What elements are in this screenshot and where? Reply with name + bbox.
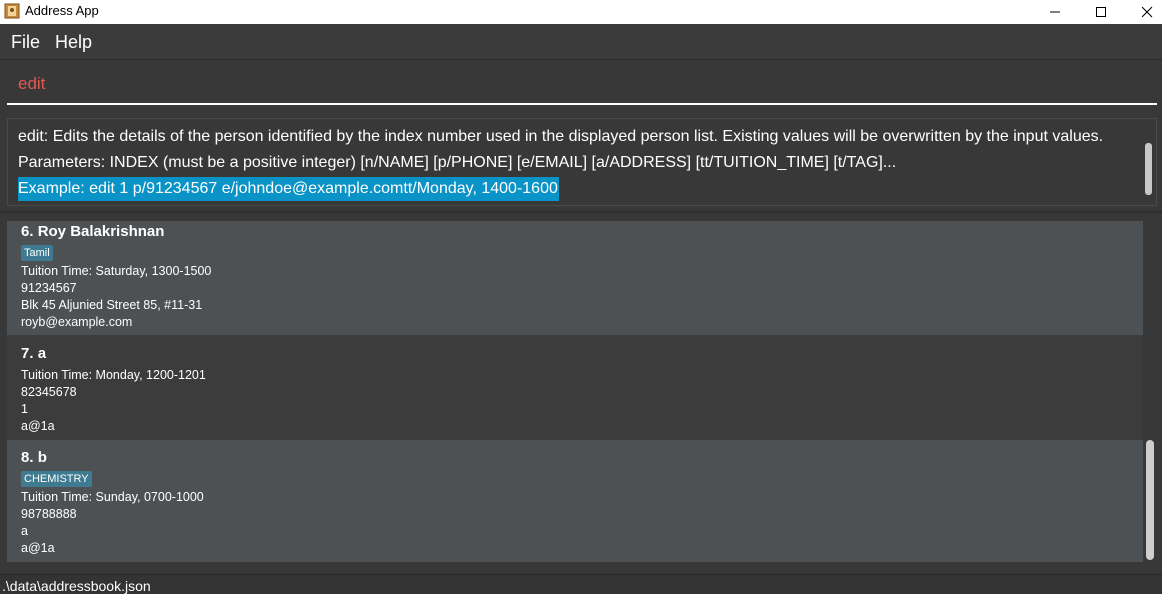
command-box	[0, 61, 1162, 111]
person-tag: CHEMISTRY	[21, 471, 92, 487]
person-card[interactable]: 6. Roy Balakrishnan Tamil Tuition Time: …	[7, 221, 1143, 335]
person-list[interactable]: 6. Roy Balakrishnan Tamil Tuition Time: …	[7, 221, 1157, 562]
title-bar: Address App	[0, 0, 1162, 24]
menu-file[interactable]: File	[11, 31, 40, 53]
menu-help[interactable]: Help	[55, 31, 92, 53]
list-scrollbar[interactable]	[1146, 440, 1154, 560]
close-button[interactable]	[1124, 0, 1162, 24]
person-email: a@1a	[21, 419, 55, 433]
person-email: royb@example.com	[21, 315, 133, 329]
person-card[interactable]: 7. a Tuition Time: Monday, 1200-1201 823…	[7, 335, 1143, 440]
result-example-selected: Example: edit 1 p/91234567 e/johndoe@exa…	[18, 177, 559, 201]
menu-bar: File Help	[0, 24, 1162, 60]
person-tag: Tamil	[21, 245, 53, 261]
person-name: 7. a	[21, 345, 47, 362]
status-bar: .\data\addressbook.json	[0, 574, 1162, 594]
minimize-button[interactable]	[1032, 0, 1078, 24]
person-tuition-time: Tuition Time: Monday, 1200-1201	[21, 368, 206, 382]
window-title: Address App	[25, 3, 99, 18]
result-parameters: Parameters: INDEX (must be a positive in…	[18, 154, 897, 171]
person-card[interactable]: 8. b CHEMISTRY Tuition Time: Sunday, 070…	[7, 440, 1143, 562]
person-index: 7.	[21, 345, 38, 362]
person-tuition-time: Tuition Time: Saturday, 1300-1500	[21, 264, 212, 278]
address-book-icon	[4, 3, 20, 19]
person-address: Blk 45 Aljunied Street 85, #11-31	[21, 298, 203, 312]
save-location: .\data\addressbook.json	[2, 578, 151, 594]
close-icon	[1141, 6, 1153, 18]
divider	[0, 211, 1162, 213]
person-name: 8. b	[21, 449, 47, 466]
person-email: a@1a	[21, 541, 55, 555]
maximize-button[interactable]	[1078, 0, 1124, 24]
minimize-icon	[1050, 11, 1060, 13]
result-display[interactable]: edit: Edits the details of the person id…	[7, 118, 1157, 206]
person-phone: 98788888	[21, 507, 77, 521]
person-index: 6.	[21, 223, 38, 240]
person-tuition-time: Tuition Time: Sunday, 0700-1000	[21, 490, 204, 504]
maximize-icon	[1096, 7, 1106, 17]
person-index: 8.	[21, 449, 38, 466]
person-phone: 82345678	[21, 385, 77, 399]
result-scrollbar[interactable]	[1145, 143, 1152, 195]
person-address: a	[21, 524, 28, 538]
result-description: edit: Edits the details of the person id…	[18, 128, 1104, 145]
command-input[interactable]	[7, 61, 1157, 105]
person-phone: 91234567	[21, 281, 77, 295]
person-name: 6. Roy Balakrishnan	[21, 223, 165, 240]
person-address: 1	[21, 402, 28, 416]
